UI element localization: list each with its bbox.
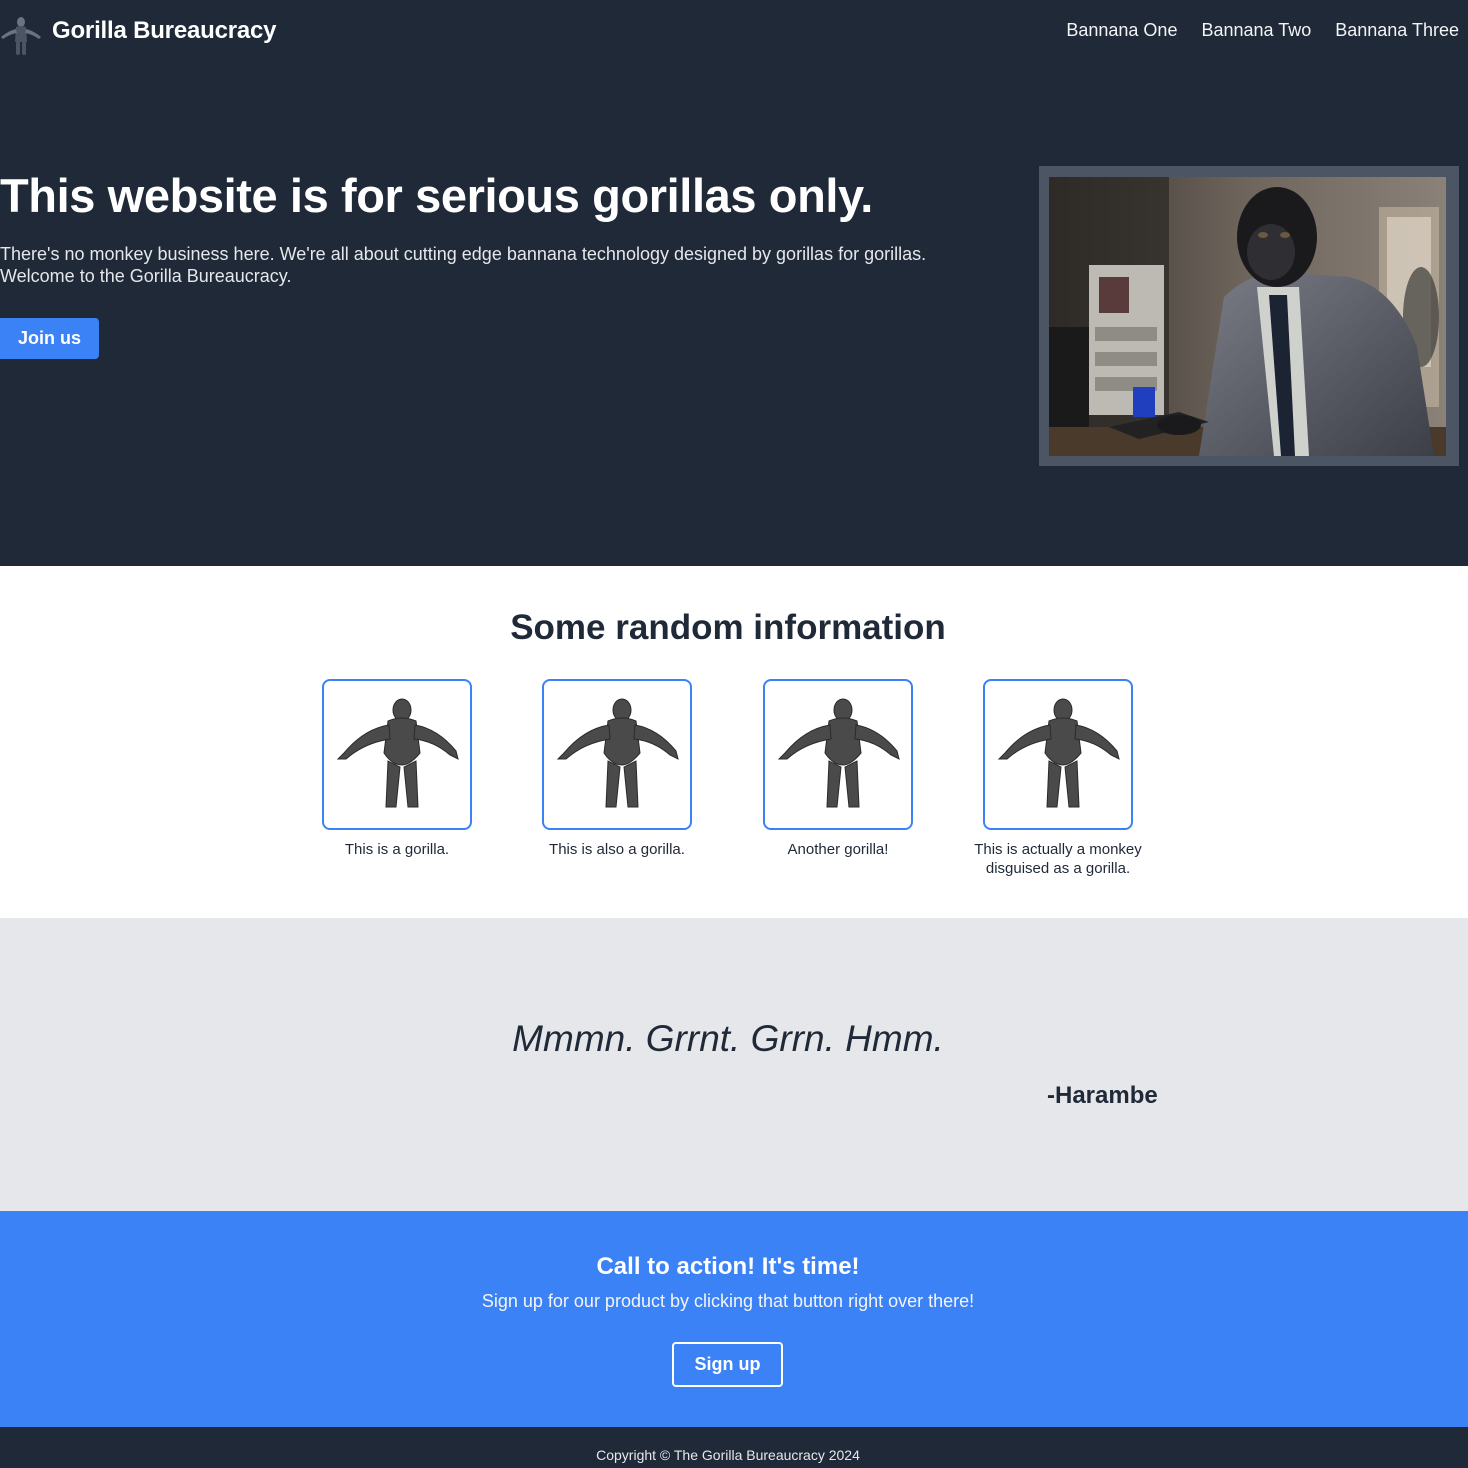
brand-title[interactable]: Gorilla Bureaucracy: [52, 17, 277, 45]
copyright-text: Copyright © The Gorilla Bureaucracy 2024: [596, 1447, 860, 1463]
info-card-image-box: [322, 679, 472, 830]
info-card: This is also a gorilla.: [529, 679, 705, 859]
info-card-caption: This is also a gorilla.: [549, 841, 685, 858]
info-title: Some random information: [510, 608, 946, 647]
nav-link-bannana-three[interactable]: Bannana Three: [1335, 20, 1459, 41]
hero-title: This website is for serious gorillas onl…: [0, 169, 873, 222]
gorilla-model-icon: [336, 698, 459, 807]
info-card-image-box: [542, 679, 692, 830]
info-card: This is a gorilla.: [309, 679, 485, 859]
info-card-caption: Another gorilla!: [787, 841, 889, 858]
cta-subtitle: Sign up for our product by clicking that…: [481, 1291, 975, 1311]
info-card: Another gorilla!: [750, 679, 926, 859]
quote-author: -Harambe: [1047, 1082, 1158, 1109]
gorilla-model-icon: [997, 698, 1120, 807]
hero-description-line: There's no monkey business here. We're a…: [0, 244, 927, 264]
info-card-caption: This is actually a monkey disguised as a…: [974, 841, 1142, 877]
info-card: This is actually a monkey disguised as a…: [970, 679, 1146, 878]
hero-description-line: Welcome to the Gorilla Bureaucracy.: [0, 266, 292, 286]
cta-title: Call to action! It's time!: [596, 1253, 860, 1280]
gorilla-model-icon: [777, 698, 900, 807]
gorilla-icon[interactable]: [0, 12, 42, 56]
cta-section: Call to action! It's time! Sign up for o…: [0, 1211, 1468, 1427]
hero-section: Gorilla Bureaucracy Bannana One Bannana …: [0, 0, 1468, 566]
gorilla-model-icon: [556, 698, 679, 807]
info-card-image-box: [983, 679, 1133, 830]
info-card-image-box: [763, 679, 913, 830]
main-nav: Bannana One Bannana Two Bannana Three: [1066, 20, 1459, 41]
hero-description: There's no monkey business here. We're a…: [0, 243, 940, 287]
nav-link-bannana-one[interactable]: Bannana One: [1066, 20, 1177, 41]
quote-section: Mmmn. Grrnt. Grrn. Hmm. -Harambe: [0, 918, 1468, 1211]
info-card-caption: This is a gorilla.: [344, 841, 450, 858]
join-us-button[interactable]: Join us: [0, 318, 99, 359]
gorilla-in-suit-photo: [1049, 177, 1446, 456]
info-section: Some random information This is a gorill…: [0, 566, 1468, 918]
sign-up-button[interactable]: Sign up: [672, 1342, 783, 1387]
footer: Copyright © The Gorilla Bureaucracy 2024: [0, 1427, 1468, 1468]
hero-image-frame: [1039, 166, 1459, 466]
nav-link-bannana-two[interactable]: Bannana Two: [1201, 20, 1311, 41]
quote-text: Mmmn. Grrnt. Grrn. Hmm.: [512, 1018, 944, 1059]
